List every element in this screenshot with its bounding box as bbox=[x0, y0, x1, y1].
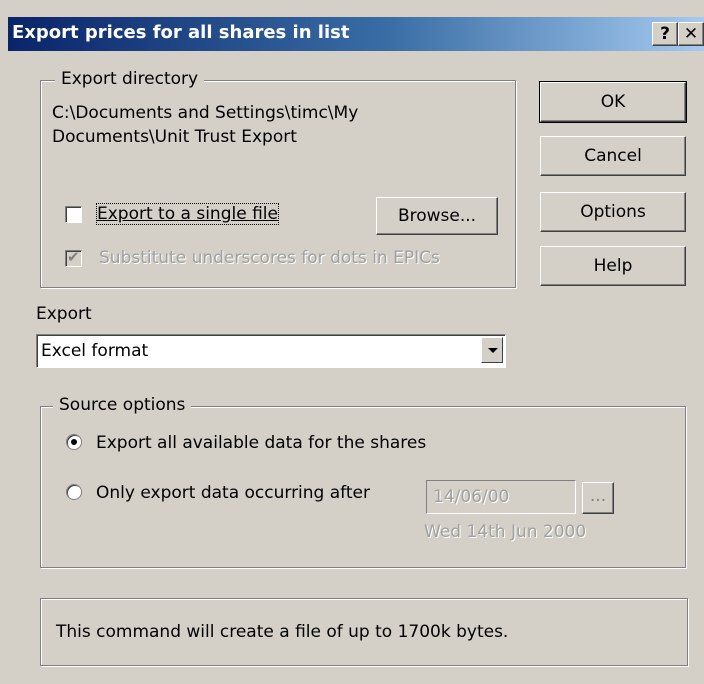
dialog-title: Export prices for all shares in list bbox=[12, 22, 350, 43]
date-field[interactable]: 14/06/00 bbox=[426, 480, 576, 514]
date-long-label: Wed 14th Jun 2000 bbox=[424, 522, 587, 542]
export-dialog: Export prices for all shares in list ? ✕… bbox=[0, 0, 704, 684]
help-button[interactable]: Help bbox=[540, 246, 686, 286]
radio-all-data-label[interactable]: Export all available data for the shares bbox=[96, 433, 426, 453]
single-file-label[interactable]: Export to a single file bbox=[96, 203, 279, 225]
single-file-checkbox[interactable] bbox=[65, 206, 82, 223]
help-button-label: Help bbox=[593, 256, 633, 276]
radio-after-date[interactable] bbox=[66, 484, 82, 500]
browse-button[interactable]: Browse... bbox=[376, 197, 498, 235]
status-message: This command will create a file of up to… bbox=[56, 622, 509, 642]
options-button[interactable]: Options bbox=[540, 192, 686, 232]
cancel-button-label: Cancel bbox=[584, 146, 642, 166]
options-button-label: Options bbox=[580, 202, 646, 222]
chevron-down-icon[interactable] bbox=[481, 337, 503, 363]
export-path-line1: C:\Documents and Settings\timc\My bbox=[52, 103, 359, 123]
export-label: Export bbox=[36, 304, 92, 324]
radio-after-date-label[interactable]: Only export data occurring after bbox=[96, 483, 370, 503]
ellipsis-icon: ... bbox=[589, 486, 607, 506]
source-options-label: Source options bbox=[53, 395, 192, 415]
radio-all-data[interactable] bbox=[66, 434, 82, 450]
title-bar[interactable]: Export prices for all shares in list ? ✕ bbox=[8, 17, 704, 51]
ok-button-label: OK bbox=[600, 92, 626, 112]
date-field-value: 14/06/00 bbox=[433, 487, 510, 507]
single-file-label-text: Export to a single file bbox=[97, 204, 278, 224]
close-title-button[interactable]: ✕ bbox=[678, 22, 704, 46]
help-title-button[interactable]: ? bbox=[652, 22, 678, 46]
close-icon: ✕ bbox=[683, 24, 699, 44]
export-format-value: Excel format bbox=[41, 341, 149, 361]
browse-button-label: Browse... bbox=[397, 206, 477, 226]
export-format-select[interactable]: Excel format bbox=[36, 334, 506, 368]
export-directory-label: Export directory bbox=[55, 69, 205, 89]
cancel-button[interactable]: Cancel bbox=[540, 136, 686, 176]
radio-selected-dot bbox=[71, 439, 77, 445]
substitute-label: Substitute underscores for dots in EPICs bbox=[99, 248, 440, 268]
date-picker-button[interactable]: ... bbox=[582, 482, 614, 514]
ok-button[interactable]: OK bbox=[539, 81, 687, 123]
substitute-checkbox[interactable]: ✔ bbox=[65, 248, 82, 267]
checkmark-icon: ✔ bbox=[67, 248, 80, 266]
help-icon: ? bbox=[660, 24, 670, 44]
export-path-line2: Documents\Unit Trust Export bbox=[52, 127, 297, 147]
